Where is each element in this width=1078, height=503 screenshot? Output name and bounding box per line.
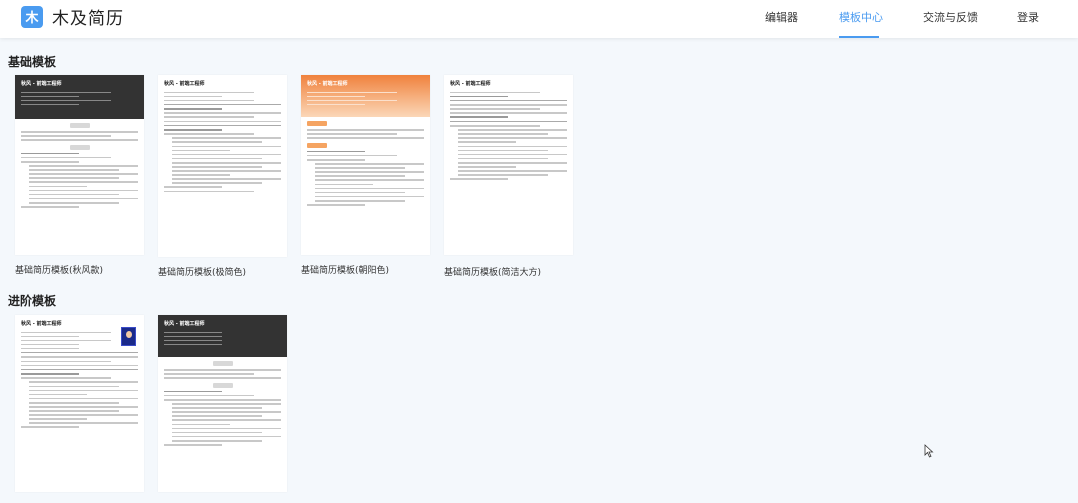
template-card-dark-advanced[interactable]: 秋风 - 前端工程师 [158, 315, 287, 492]
preview-name: 秋风 - 前端工程师 [307, 81, 348, 87]
nav-feedback[interactable]: 交流与反馈 [923, 9, 978, 25]
preview-name: 秋风 - 前端工程师 [164, 81, 205, 87]
template-card-minimal[interactable]: 秋风 - 前端工程师 [158, 75, 287, 257]
template-card-photo[interactable]: 秋风 - 前端工程师 [15, 315, 144, 492]
logo-badge-icon: 木 [21, 5, 43, 28]
logo-text: 木及简历 [52, 9, 124, 29]
template-caption[interactable]: 基础简历模板(极简色) [158, 265, 246, 278]
preview-name: 秋风 - 前端工程师 [21, 81, 62, 87]
preview-name: 秋风 - 前端工程师 [450, 81, 491, 87]
section-title-advanced: 进阶模板 [8, 294, 57, 308]
template-caption[interactable]: 基础简历模板(朝阳色) [301, 263, 389, 276]
preview-name: 秋风 - 前端工程师 [164, 321, 205, 327]
template-card-simple[interactable]: 秋风 - 前端工程师 [444, 75, 573, 255]
template-card-sunrise[interactable]: 秋风 - 前端工程师 [301, 75, 430, 255]
nav-active-indicator [839, 36, 879, 38]
section-title-basic: 基础模板 [8, 55, 57, 69]
nav-template-center[interactable]: 模板中心 [839, 9, 883, 25]
logo[interactable]: 木 木及简历 [21, 4, 124, 29]
nav-editor[interactable]: 编辑器 [765, 9, 798, 25]
top-header: 木 木及简历 编辑器 模板中心 交流与反馈 登录 [0, 0, 1078, 38]
avatar-photo [121, 327, 136, 346]
template-card-qiufeng[interactable]: 秋风 - 前端工程师 [15, 75, 144, 255]
cursor-icon [924, 444, 934, 458]
template-caption[interactable]: 基础简历模板(秋风款) [15, 263, 103, 276]
nav-login[interactable]: 登录 [1017, 9, 1039, 25]
template-caption[interactable]: 基础简历模板(简洁大方) [444, 265, 541, 278]
